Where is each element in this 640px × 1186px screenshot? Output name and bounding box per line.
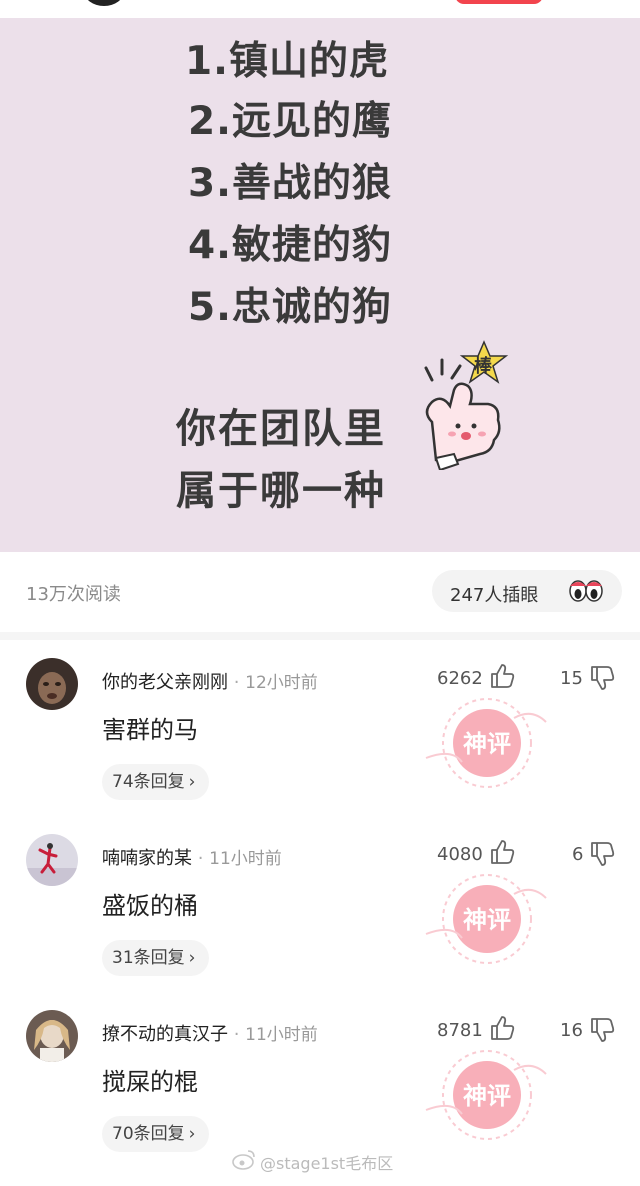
stamp-text: 神评 [463, 730, 511, 758]
avatar[interactable] [26, 834, 78, 886]
reply-count: 70条回复 [112, 1124, 185, 1144]
thumbs-up-icon[interactable] [488, 1014, 516, 1042]
like-count: 6262 [437, 668, 483, 689]
comment-time: 11小时前 [209, 849, 282, 869]
option-3: 3.善战的狼 [188, 161, 392, 206]
thumbs-up-icon[interactable] [488, 662, 516, 690]
reply-count: 31条回复 [112, 948, 185, 968]
comment-text: 盛饭的桶 [102, 892, 198, 920]
question-line-2: 属于哪一种 [176, 468, 386, 514]
comment-text: 搅屎的棍 [102, 1068, 198, 1096]
view-count: 13万次阅读 [26, 584, 121, 605]
like-count: 4080 [437, 844, 483, 865]
chevron-right-icon: › [188, 948, 196, 968]
sticker-text: 棒 [474, 355, 493, 377]
avatar[interactable] [26, 1010, 78, 1062]
comment-text: 害群的马 [102, 716, 198, 744]
question-line-1: 你在团队里 [176, 406, 386, 452]
dislike-count: 15 [560, 668, 583, 689]
weibo-logo-icon [232, 1150, 255, 1170]
option-5: 5.忠诚的狗 [188, 285, 392, 330]
like-count: 8781 [437, 1020, 483, 1041]
divine-comment-stamp-icon: 神评 [425, 698, 547, 788]
avatar[interactable] [26, 658, 78, 710]
stamp-text: 神评 [463, 906, 511, 934]
comment-item: 你的老父亲刚刚 · 12小时前 6262 15 害群的马 74条回复 › 神评 [0, 658, 640, 834]
chevron-right-icon: › [188, 772, 196, 792]
thumbs-up-sticker-icon: 棒 [424, 340, 509, 470]
dislike-count: 16 [560, 1020, 583, 1041]
view-replies-button[interactable]: 31条回复 › [102, 940, 210, 976]
option-1: 1.镇山的虎 [185, 39, 389, 84]
thumbs-up-icon[interactable] [488, 838, 516, 866]
divine-comment-stamp-icon: 神评 [425, 874, 547, 964]
comment-author[interactable]: 你的老父亲刚刚 · 12小时前 [102, 668, 318, 694]
poke-button[interactable]: 247人插眼 [432, 570, 622, 612]
eyes-icon [569, 580, 603, 602]
follow-button[interactable] [455, 0, 543, 4]
thumbs-down-icon[interactable] [588, 1016, 616, 1044]
option-2: 2.远见的鹰 [188, 99, 392, 144]
dislike-count: 6 [572, 844, 584, 865]
view-replies-button[interactable]: 70条回复 › [102, 1116, 210, 1152]
option-4: 4.敏捷的豹 [188, 223, 392, 268]
chevron-right-icon: › [188, 1124, 196, 1144]
comment-item: 喃喃家的某 · 11小时前 4080 6 盛饭的桶 31条回复 › 神评 [0, 834, 640, 1010]
username[interactable]: 喃喃家的某 [102, 848, 192, 869]
stamp-text: 神评 [463, 1082, 511, 1110]
post-image[interactable]: 1.镇山的虎 2.远见的鹰 3.善战的狼 4.敏捷的豹 5.忠诚的狗 你在团队里… [0, 18, 640, 552]
section-divider [0, 632, 640, 640]
post-header [0, 0, 640, 18]
username[interactable]: 撩不动的真汉子 [102, 1024, 228, 1045]
author-avatar[interactable] [84, 0, 124, 6]
username[interactable]: 你的老父亲刚刚 [102, 672, 228, 693]
comment-time: 11小时前 [245, 1025, 318, 1045]
thumbs-down-icon[interactable] [588, 840, 616, 868]
poke-count: 247人插眼 [450, 585, 539, 606]
reply-count: 74条回复 [112, 772, 185, 792]
comment-author[interactable]: 撩不动的真汉子 · 11小时前 [102, 1020, 318, 1046]
watermark: @stage1st毛布区 [260, 1154, 394, 1173]
comment-time: 12小时前 [245, 673, 318, 693]
comment-author[interactable]: 喃喃家的某 · 11小时前 [102, 844, 282, 870]
view-replies-button[interactable]: 74条回复 › [102, 764, 210, 800]
divine-comment-stamp-icon: 神评 [425, 1050, 547, 1140]
thumbs-down-icon[interactable] [588, 664, 616, 692]
post-stats: 13万次阅读 247人插眼 [0, 552, 640, 632]
